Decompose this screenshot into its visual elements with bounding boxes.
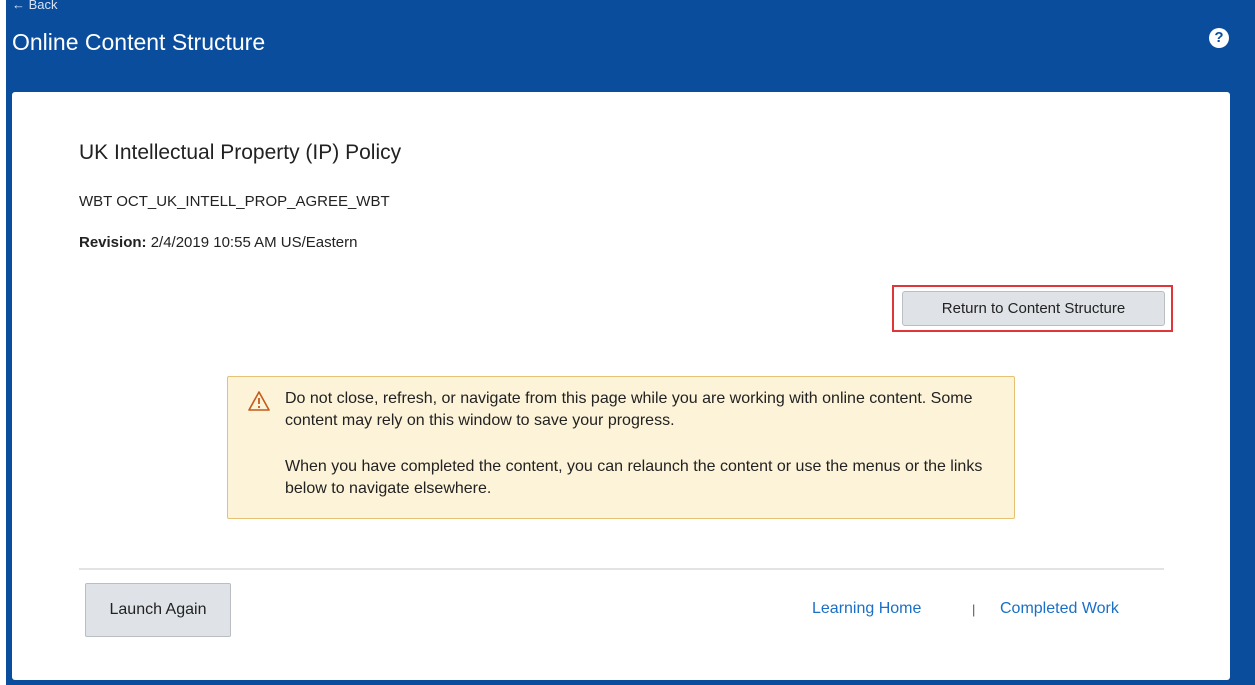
warning-triangle-icon — [248, 391, 270, 411]
help-icon[interactable]: ? — [1209, 28, 1229, 48]
content-title: UK Intellectual Property (IP) Policy — [79, 141, 402, 164]
revision-value: 2/4/2019 10:55 AM US/Eastern — [150, 234, 358, 251]
content-id: WBT OCT_UK_INTELL_PROP_AGREE_WBT — [79, 193, 390, 210]
page-frame: ← Back Online Content Structure ? UK Int… — [0, 0, 1255, 685]
learning-home-link[interactable]: Learning Home — [812, 600, 921, 618]
footer-separator: | — [972, 602, 976, 617]
warning-text-1: Do not close, refresh, or navigate from … — [285, 390, 973, 429]
completed-work-link[interactable]: Completed Work — [1000, 600, 1119, 618]
warning-text-2: When you have completed the content, you… — [285, 458, 983, 497]
header-bar: ← Back Online Content Structure ? UK Int… — [0, 0, 1255, 685]
warning-box: Do not close, refresh, or navigate from … — [227, 376, 1015, 519]
content-card: UK Intellectual Property (IP) Policy WBT… — [12, 92, 1230, 680]
revision-line: Revision: 2/4/2019 10:55 AM US/Eastern — [79, 234, 358, 251]
launch-again-button[interactable]: Launch Again — [85, 583, 231, 637]
back-link[interactable]: ← Back — [12, 0, 58, 13]
divider — [79, 568, 1164, 570]
revision-label: Revision: — [79, 234, 147, 251]
return-to-content-structure-button[interactable]: Return to Content Structure — [902, 291, 1165, 326]
page-title: Online Content Structure — [12, 29, 266, 55]
